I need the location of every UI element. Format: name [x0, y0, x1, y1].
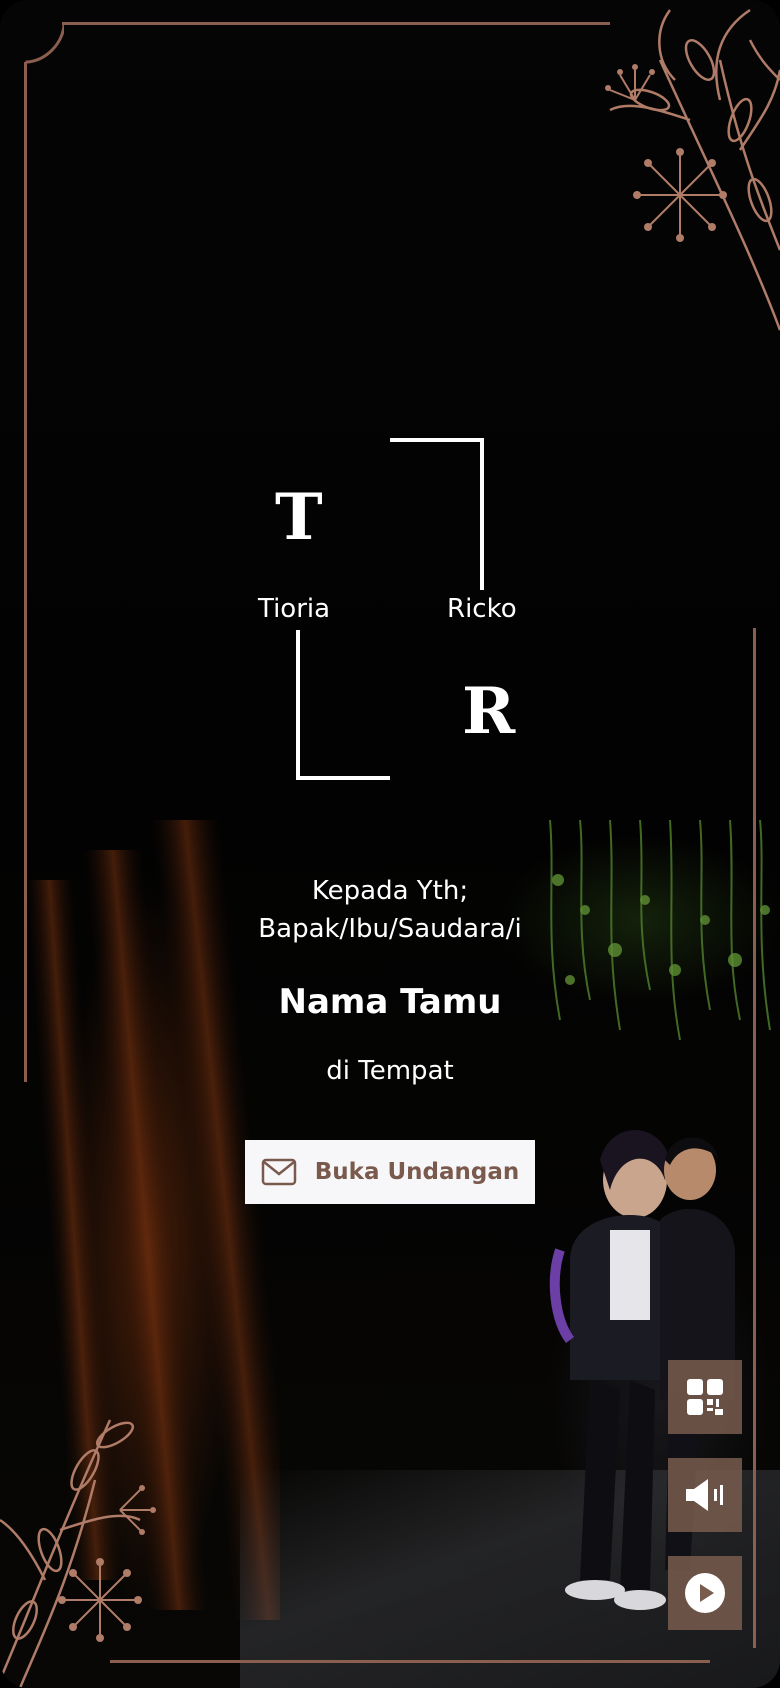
- couple-monogram: T R Tioria Ricko: [0, 0, 780, 800]
- groom-name: Ricko: [447, 594, 517, 624]
- qr-code-button[interactable]: [668, 1360, 742, 1434]
- qr-code-icon: [687, 1379, 723, 1415]
- greeting-line-2: Bapak/Ibu/Saudara/i: [258, 914, 522, 944]
- greeting-line-1: Kepada Yth;: [311, 876, 469, 906]
- couple-photo: [549, 1130, 735, 1610]
- sound-button[interactable]: [668, 1458, 742, 1532]
- open-invitation-label: Buka Undangan: [314, 1159, 520, 1185]
- monogram-initial-left: T: [275, 480, 323, 555]
- play-button[interactable]: [668, 1556, 742, 1630]
- bride-name: Tioria: [258, 594, 331, 624]
- monogram-bracket-top: [390, 438, 484, 590]
- monogram-initial-right: R: [462, 674, 516, 749]
- guest-place: di Tempat: [326, 1056, 454, 1086]
- speaker-icon: [686, 1479, 723, 1511]
- monogram-bracket-bottom: [296, 630, 390, 780]
- frame-bottom-line: [110, 1660, 710, 1663]
- envelope-icon: [261, 1158, 296, 1186]
- open-invitation-button[interactable]: Buka Undangan: [245, 1140, 535, 1204]
- floral-ornament-bottom-left: [0, 1419, 156, 1688]
- guest-name: Nama Tamu: [278, 982, 502, 1022]
- cover-screen: T R Tioria Ricko Kepada Yth; Bapak/Ibu/S…: [0, 0, 780, 1688]
- play-icon: [685, 1573, 725, 1613]
